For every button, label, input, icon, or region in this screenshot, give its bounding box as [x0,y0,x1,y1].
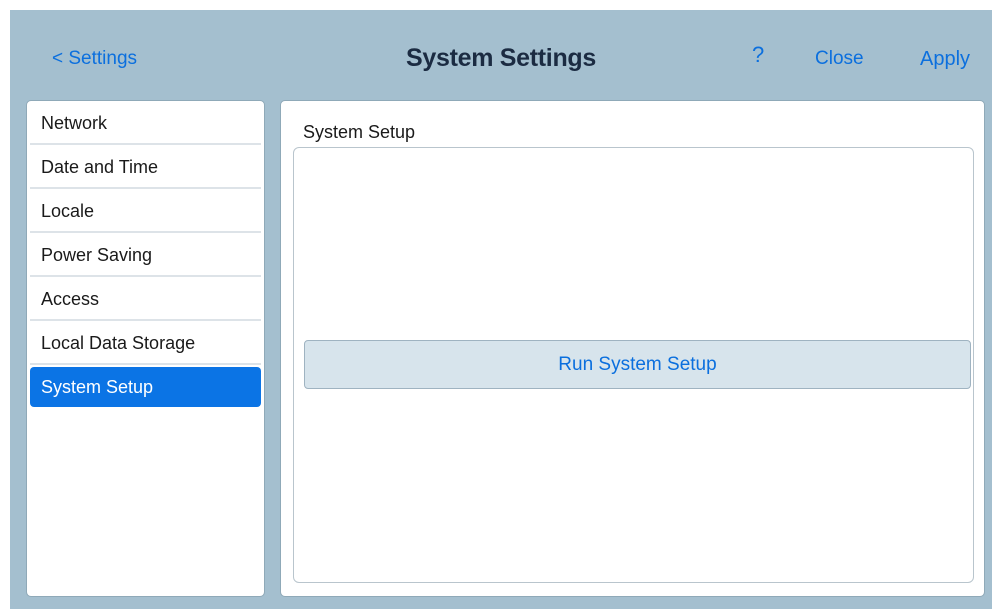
sidebar-item-access[interactable]: Access [30,277,261,321]
run-system-setup-button[interactable]: Run System Setup [304,340,971,389]
sidebar-item-power-saving[interactable]: Power Saving [30,233,261,277]
system-setup-group: Run System Setup [293,147,974,583]
sidebar-item-locale[interactable]: Locale [30,189,261,233]
sidebar-item-label: Access [41,289,100,309]
sidebar-item-local-data-storage[interactable]: Local Data Storage [30,321,261,365]
top-bar: < Settings System Settings ? Close Apply [10,10,992,100]
settings-window: < Settings System Settings ? Close Apply… [10,10,992,609]
apply-button[interactable]: Apply [920,48,970,71]
settings-sidebar: Network Date and Time Locale Power Savin… [26,100,265,597]
sidebar-item-label: Network [41,113,108,133]
sidebar-item-label: Local Data Storage [41,333,196,353]
close-button[interactable]: Close [815,48,864,70]
sidebar-item-network[interactable]: Network [30,101,261,145]
sidebar-item-system-setup[interactable]: System Setup [30,367,261,407]
main-panel: System Setup Run System Setup [280,100,985,597]
sidebar-item-date-and-time[interactable]: Date and Time [30,145,261,189]
sidebar-item-label: Locale [41,201,95,221]
sidebar-item-label: Date and Time [41,157,159,177]
sidebar-item-label: Power Saving [41,245,153,265]
help-icon[interactable]: ? [752,42,764,68]
sidebar-item-label: System Setup [41,377,154,397]
section-title: System Setup [303,122,416,142]
